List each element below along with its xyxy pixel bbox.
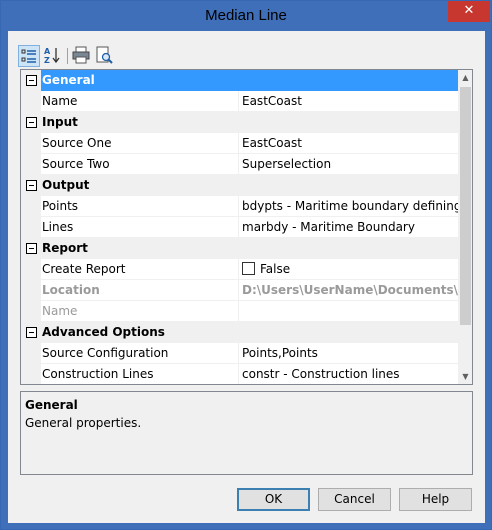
category-label: Advanced Options <box>42 325 165 339</box>
sort-alphabetical-icon: A Z <box>44 47 60 65</box>
close-button[interactable]: ✕ <box>448 1 490 22</box>
row-margin <box>21 259 41 280</box>
property-value[interactable]: EastCoast <box>239 91 458 112</box>
property-row-name[interactable]: Name EastCoast <box>21 91 458 112</box>
row-margin <box>21 154 41 175</box>
property-value[interactable]: constr - Construction lines <box>239 364 458 384</box>
print-preview-button[interactable] <box>94 45 116 67</box>
property-row-lines[interactable]: Lines marbdy - Maritime Boundary <box>21 217 458 238</box>
print-preview-icon <box>96 46 113 64</box>
category-label: Report <box>42 241 88 255</box>
collapse-icon[interactable] <box>26 327 37 338</box>
row-margin <box>21 70 41 91</box>
collapse-icon[interactable] <box>26 117 37 128</box>
row-margin <box>21 238 41 259</box>
property-name: Location <box>41 280 239 301</box>
category-label: General <box>41 70 458 91</box>
property-row-construction-lines[interactable]: Construction Lines constr - Construction … <box>21 364 458 384</box>
category-row-input[interactable]: Input <box>21 112 458 133</box>
property-name: Name <box>41 91 239 112</box>
svg-text:A: A <box>44 47 51 56</box>
sort-alphabetical-button[interactable]: A Z <box>42 45 64 67</box>
property-row-points[interactable]: Points bdypts - Maritime boundary definin… <box>21 196 458 217</box>
property-name: Source One <box>41 133 239 154</box>
cancel-button[interactable]: Cancel <box>318 488 391 511</box>
row-margin <box>21 280 41 301</box>
property-name: Create Report <box>41 259 239 280</box>
property-row-source-two[interactable]: Source Two Superselection <box>21 154 458 175</box>
property-name: Source Two <box>41 154 239 175</box>
title-bar[interactable]: Median Line ✕ <box>1 1 491 31</box>
property-value[interactable]: False <box>239 259 458 280</box>
property-value[interactable]: bdypts - Maritime boundary defining po <box>239 196 458 217</box>
scroll-down-arrow-icon[interactable]: ▼ <box>458 369 472 384</box>
property-value[interactable]: Points,Points <box>239 343 458 364</box>
row-margin <box>21 322 41 343</box>
property-row-source-configuration[interactable]: Source Configuration Points,Points <box>21 343 458 364</box>
scroll-up-arrow-icon[interactable]: ▲ <box>458 70 472 85</box>
property-name: Lines <box>41 217 239 238</box>
categorized-view-button[interactable] <box>18 45 40 67</box>
property-value: D:\Users\UserName\Documents\CARI <box>239 280 458 301</box>
property-row-name: Name <box>21 301 458 322</box>
property-grid-toolbar: A Z <box>18 45 218 69</box>
categorized-view-icon <box>21 49 36 63</box>
category-row-advanced-options[interactable]: Advanced Options <box>21 322 458 343</box>
print-icon <box>72 46 90 64</box>
property-row-location: LocationD:\Users\UserName\Documents\CARI <box>21 280 458 301</box>
row-margin <box>21 91 41 112</box>
row-margin <box>21 112 41 133</box>
row-margin <box>21 217 41 238</box>
ok-button[interactable]: OK <box>237 488 310 511</box>
category-row-output[interactable]: Output <box>21 175 458 196</box>
description-title: General <box>25 398 78 412</box>
property-rows: General Name EastCoast Input Source One EastC… <box>21 70 458 384</box>
category-row-report[interactable]: Report <box>21 238 458 259</box>
checkbox-label: False <box>260 262 291 276</box>
scrollbar-thumb[interactable] <box>460 87 471 325</box>
property-grid[interactable]: General Name EastCoast Input Source One EastC… <box>20 69 473 385</box>
property-name: Points <box>41 196 239 217</box>
row-margin <box>21 196 41 217</box>
description-pane: General General properties. <box>20 391 473 475</box>
collapse-icon[interactable] <box>26 180 37 191</box>
description-text: General properties. <box>25 416 142 430</box>
category-label: Output <box>42 178 90 192</box>
vertical-scrollbar[interactable]: ▲ ▼ <box>458 70 472 384</box>
property-row-create-report[interactable]: Create Report False <box>21 259 458 280</box>
window-title: Median Line <box>205 7 287 24</box>
property-value[interactable]: marbdy - Maritime Boundary <box>239 217 458 238</box>
row-margin <box>21 343 41 364</box>
property-name: Name <box>41 301 239 322</box>
toolbar-separator <box>67 48 68 64</box>
property-value <box>239 301 458 322</box>
property-value[interactable]: Superselection <box>239 154 458 175</box>
dialog-window: Median Line ✕ A Z General Name EastCoast… <box>0 0 492 530</box>
category-label: Input <box>42 115 78 129</box>
row-margin <box>21 364 41 384</box>
collapse-icon[interactable] <box>26 75 37 86</box>
category-row-general[interactable]: General <box>21 70 458 91</box>
checkbox[interactable] <box>242 262 255 275</box>
print-button[interactable] <box>71 45 93 67</box>
property-name: Source Configuration <box>41 343 239 364</box>
property-row-source-one[interactable]: Source One EastCoast <box>21 133 458 154</box>
property-name: Construction Lines <box>41 364 239 384</box>
property-value[interactable]: EastCoast <box>239 133 458 154</box>
row-margin <box>21 175 41 196</box>
row-margin <box>21 133 41 154</box>
row-margin <box>21 301 41 322</box>
help-button[interactable]: Help <box>399 488 472 511</box>
svg-text:Z: Z <box>44 56 50 65</box>
collapse-icon[interactable] <box>26 243 37 254</box>
dialog-body: A Z General Name EastCoast Input Source … <box>8 31 485 523</box>
